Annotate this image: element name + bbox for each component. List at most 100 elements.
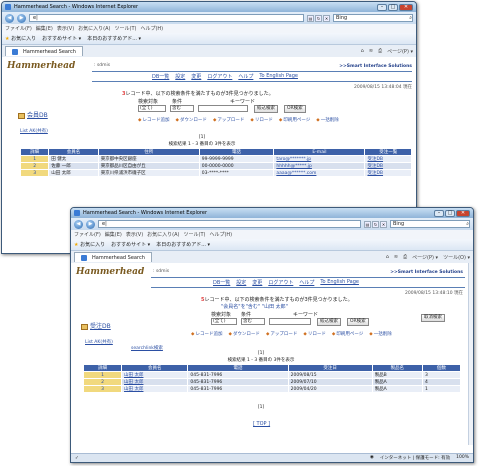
detail-link[interactable]: 3 — [19, 169, 50, 177]
searchlink-link[interactable]: searchlink検索 — [131, 345, 163, 351]
condition-select[interactable]: 含む — [170, 105, 194, 112]
cell-orders[interactable]: 受注DB — [364, 162, 412, 170]
reload-link[interactable]: リロード — [250, 117, 273, 123]
top-link[interactable]: [ TOP ] — [253, 421, 270, 427]
add-record-link[interactable]: レコード追加 — [138, 117, 169, 123]
cell-email[interactable]: taro@*******.jp — [273, 155, 366, 163]
print-page-link[interactable]: 印刷用ページ — [279, 117, 310, 123]
address-field[interactable]: e| — [29, 14, 304, 22]
forward-icon[interactable]: ▶ — [17, 13, 26, 23]
nav-change[interactable]: 変更 — [191, 73, 201, 80]
compat-icon[interactable]: ▤ — [307, 14, 314, 22]
back-icon[interactable]: ◀ — [5, 13, 14, 23]
nav-db-list[interactable]: DB一覧 — [213, 279, 230, 286]
home-icon[interactable]: ⌂ — [386, 254, 389, 261]
keyword-input[interactable] — [198, 105, 248, 112]
nav-change[interactable]: 変更 — [252, 279, 262, 286]
home-icon[interactable]: ⌂ — [361, 48, 364, 55]
cell-email[interactable]: aaaa@******.com — [273, 169, 366, 177]
cell-orders[interactable]: 受注DB — [364, 169, 412, 177]
company-link[interactable]: >>Smart Interface Solutions — [339, 64, 412, 69]
list-link[interactable]: List AK(共有) — [85, 339, 113, 345]
forward-icon[interactable]: ▶ — [86, 219, 95, 229]
address-field[interactable]: e| — [98, 220, 361, 228]
refresh-icon[interactable]: ↻ — [315, 14, 322, 22]
upload-link[interactable]: アップロード — [266, 331, 297, 337]
minimize-button[interactable]: – — [434, 209, 444, 217]
pager-top[interactable]: [1] — [152, 135, 252, 140]
or-search-button[interactable]: OR検索 — [284, 105, 306, 113]
back-icon[interactable]: ◀ — [74, 219, 83, 229]
detail-link[interactable]: 3 — [82, 385, 123, 393]
pager-bottom[interactable]: [1] — [211, 405, 311, 410]
detail-link[interactable]: 1 — [82, 371, 123, 379]
narrow-search-button[interactable]: 絞込検索 — [317, 318, 341, 326]
stop-icon[interactable]: ✕ — [380, 220, 387, 228]
feeds-icon[interactable]: ≋ — [369, 48, 373, 55]
zoom-level[interactable]: 100% — [456, 455, 469, 461]
narrow-search-button[interactable]: 絞込検索 — [254, 105, 278, 113]
menu-tools[interactable]: ツール(T) — [115, 25, 137, 32]
list-link[interactable]: List AK(共有) — [20, 128, 48, 134]
stop-icon[interactable]: ✕ — [323, 14, 330, 22]
refresh-icon[interactable]: ↻ — [372, 220, 379, 228]
menu-favorites[interactable]: お気に入り(A) — [78, 25, 110, 32]
cancel-search-button[interactable]: 取消検索 — [421, 314, 445, 322]
add-record-link[interactable]: レコード追加 — [191, 331, 222, 337]
menu-file[interactable]: ファイル(F) — [74, 231, 101, 238]
menu-view[interactable]: 表示(V) — [126, 231, 143, 238]
nav-settings[interactable]: 設定 — [236, 279, 246, 286]
page-menu[interactable]: ページ(P) ▾ — [412, 254, 438, 261]
download-link[interactable]: ダウンロード — [175, 117, 207, 123]
cell-member[interactable]: 山田 太郎 — [121, 371, 189, 379]
favorites-button[interactable]: ★ お気に入り — [5, 35, 36, 42]
menu-help[interactable]: ヘルプ(H) — [140, 25, 163, 32]
search-icon[interactable]: ⌕ — [409, 15, 412, 21]
bulk-delete-link[interactable]: 一括削除 — [369, 331, 392, 337]
nav-logout[interactable]: ログアウト — [268, 279, 293, 286]
close-button[interactable]: ✕ — [399, 3, 413, 11]
web-slice[interactable]: 本日のおすすめアド... ▾ — [156, 241, 210, 248]
cell-member[interactable]: 山田 太郎 — [121, 385, 189, 393]
suggested-sites[interactable]: おすすめサイト ▾ — [42, 35, 81, 42]
nav-english[interactable]: To English Page — [259, 73, 298, 80]
print-page-link[interactable]: 印刷用ページ — [332, 331, 363, 337]
print-icon[interactable]: ⎙ — [403, 254, 407, 261]
close-button[interactable]: ✕ — [456, 209, 470, 217]
detail-link[interactable]: 2 — [82, 378, 123, 386]
cell-member[interactable]: 山田 太郎 — [121, 378, 189, 386]
menu-help[interactable]: ヘルプ(H) — [209, 231, 232, 238]
maximize-button[interactable]: □ — [388, 3, 398, 11]
tools-menu[interactable]: ツール(O) ▾ — [443, 254, 470, 261]
cell-orders[interactable]: 受注DB — [364, 155, 412, 163]
target-select[interactable]: (全て) — [211, 318, 237, 325]
menu-edit[interactable]: 編集(E) — [105, 231, 122, 238]
reload-link[interactable]: リロード — [303, 331, 326, 337]
keyword-input[interactable] — [269, 318, 311, 325]
pager-top[interactable]: [1] — [211, 351, 311, 356]
detail-link[interactable]: 2 — [19, 162, 50, 170]
print-icon[interactable]: ⎙ — [378, 48, 382, 55]
tab-hammerhead[interactable]: Hammerhead Search — [74, 252, 152, 262]
scrollbar[interactable] — [468, 263, 473, 445]
cell-email[interactable]: hhhhh@*****.jp — [273, 162, 366, 170]
upload-link[interactable]: アップロード — [213, 117, 244, 123]
menu-favorites[interactable]: お気に入り(A) — [147, 231, 179, 238]
sidebar-db-link[interactable]: 受注DB — [81, 321, 111, 330]
condition-select[interactable]: 含む — [241, 318, 265, 325]
nav-db-list[interactable]: DB一覧 — [152, 73, 169, 80]
menu-file[interactable]: ファイル(F) — [5, 25, 32, 32]
nav-help[interactable]: ヘルプ — [299, 279, 314, 286]
menu-edit[interactable]: 編集(E) — [36, 25, 53, 32]
compat-icon[interactable]: ▤ — [364, 220, 371, 228]
bulk-delete-link[interactable]: 一括削除 — [316, 117, 339, 123]
target-select[interactable]: (全て) — [138, 105, 166, 112]
download-link[interactable]: ダウンロード — [228, 331, 260, 337]
minimize-button[interactable]: – — [377, 3, 387, 11]
suggested-sites[interactable]: おすすめサイト ▾ — [111, 241, 150, 248]
detail-link[interactable]: 1 — [19, 155, 50, 163]
search-input[interactable]: Bing ⌕ — [390, 220, 470, 228]
search-input[interactable]: Bing ⌕ — [333, 14, 413, 22]
company-link[interactable]: >>Smart Interface Solutions — [390, 270, 463, 275]
nav-english[interactable]: To English Page — [320, 279, 359, 286]
